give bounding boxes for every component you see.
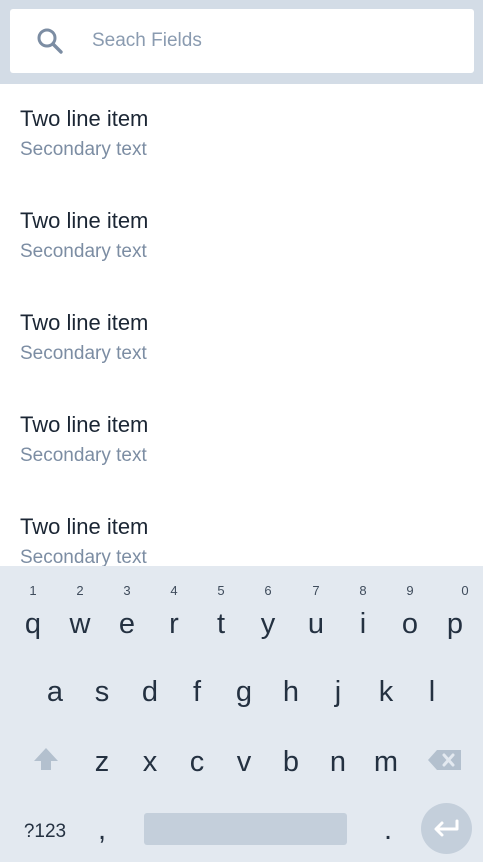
key-e[interactable]: 3e: [107, 584, 147, 644]
search-box[interactable]: [10, 9, 474, 73]
enter-key[interactable]: [421, 803, 472, 854]
key-hint: 2: [76, 583, 84, 598]
key-h[interactable]: h: [271, 672, 311, 712]
key-z[interactable]: z: [82, 742, 122, 782]
search-icon[interactable]: [36, 27, 64, 55]
key-label: v: [236, 746, 252, 778]
key-hint: 3: [123, 583, 131, 598]
shift-icon: [34, 748, 58, 770]
key-x[interactable]: x: [130, 742, 170, 782]
key-label: y: [260, 608, 276, 640]
key-label: s: [94, 676, 110, 708]
key-label: p: [446, 608, 464, 640]
list-item-primary: Two line item: [20, 208, 149, 233]
key-v[interactable]: v: [224, 742, 264, 782]
list-item-secondary: Secondary text: [20, 241, 147, 262]
list-item-primary: Two line item: [20, 106, 149, 131]
key-j[interactable]: j: [318, 672, 358, 712]
key-label: t: [216, 608, 226, 640]
key-c[interactable]: c: [177, 742, 217, 782]
key-hint: 6: [264, 583, 272, 598]
key-hint: 4: [170, 583, 178, 598]
key-q[interactable]: 1q: [13, 584, 53, 644]
key-label: l: [428, 676, 436, 708]
backspace-icon: [428, 750, 461, 770]
list-item-primary: Two line item: [20, 310, 149, 335]
list-item[interactable]: Two line item Secondary text: [0, 84, 483, 186]
key-label: q: [24, 608, 42, 640]
key-label: f: [192, 676, 202, 708]
key-label: g: [235, 676, 253, 708]
key-l[interactable]: l: [412, 672, 452, 712]
list-item-secondary: Secondary text: [20, 343, 147, 364]
list-item-primary: Two line item: [20, 412, 149, 437]
key-r[interactable]: 4r: [154, 584, 194, 644]
list-item[interactable]: Two line item Secondary text: [0, 288, 483, 390]
symbols-key[interactable]: ?123: [18, 812, 72, 852]
key-s[interactable]: s: [82, 672, 122, 712]
list-item-secondary: Secondary text: [20, 547, 147, 566]
key-hint: 0: [461, 583, 469, 598]
key-n[interactable]: n: [318, 742, 358, 782]
list-item-secondary: Secondary text: [20, 445, 147, 466]
search-bar: [0, 0, 483, 84]
key-label: a: [46, 676, 64, 708]
key-label: i: [359, 608, 367, 640]
list-item-primary: Two line item: [20, 514, 149, 539]
comma-key[interactable]: ,: [82, 810, 122, 850]
key-f[interactable]: f: [177, 672, 217, 712]
key-label: d: [141, 676, 159, 708]
key-label: j: [334, 676, 342, 708]
key-label: b: [282, 746, 300, 778]
shift-key[interactable]: [26, 740, 66, 780]
key-hint: 9: [406, 583, 414, 598]
key-hint: 1: [29, 583, 37, 598]
spacebar[interactable]: [144, 813, 347, 845]
list-item-secondary: Secondary text: [20, 139, 147, 160]
key-label: c: [189, 746, 205, 778]
key-hint: 8: [359, 583, 367, 598]
key-label: k: [378, 676, 394, 708]
key-label: x: [142, 746, 158, 778]
list: Two line item Secondary text Two line it…: [0, 84, 483, 566]
key-t[interactable]: 5t: [201, 584, 241, 644]
key-label: z: [94, 746, 110, 778]
enter-icon: [434, 819, 459, 837]
key-label: n: [329, 746, 347, 778]
key-label: o: [401, 608, 419, 640]
key-u[interactable]: 7u: [296, 584, 336, 644]
list-item[interactable]: Two line item Secondary text: [0, 390, 483, 492]
key-a[interactable]: a: [35, 672, 75, 712]
period-key[interactable]: .: [368, 810, 408, 850]
key-label: e: [118, 608, 136, 640]
on-screen-keyboard: 1q 2w 3e 4r 5t 6y 7u 8i 9o 0p a s d f g …: [0, 566, 483, 862]
key-hint: 5: [217, 583, 225, 598]
key-m[interactable]: m: [366, 742, 406, 782]
key-y[interactable]: 6y: [248, 584, 288, 644]
key-hint: 7: [312, 583, 320, 598]
key-label: r: [169, 608, 179, 640]
key-o[interactable]: 9o: [390, 584, 430, 644]
list-item[interactable]: Two line item Secondary text: [0, 492, 483, 566]
key-k[interactable]: k: [366, 672, 406, 712]
key-g[interactable]: g: [224, 672, 264, 712]
search-input[interactable]: [92, 19, 462, 63]
key-w[interactable]: 2w: [60, 584, 100, 644]
key-label: u: [307, 608, 325, 640]
key-i[interactable]: 8i: [343, 584, 383, 644]
key-label: m: [373, 746, 399, 778]
key-d[interactable]: d: [130, 672, 170, 712]
key-label: h: [282, 676, 300, 708]
key-label: w: [69, 608, 91, 640]
key-b[interactable]: b: [271, 742, 311, 782]
list-item[interactable]: Two line item Secondary text: [0, 186, 483, 288]
key-p[interactable]: 0p: [435, 584, 475, 644]
backspace-key[interactable]: [425, 740, 465, 780]
